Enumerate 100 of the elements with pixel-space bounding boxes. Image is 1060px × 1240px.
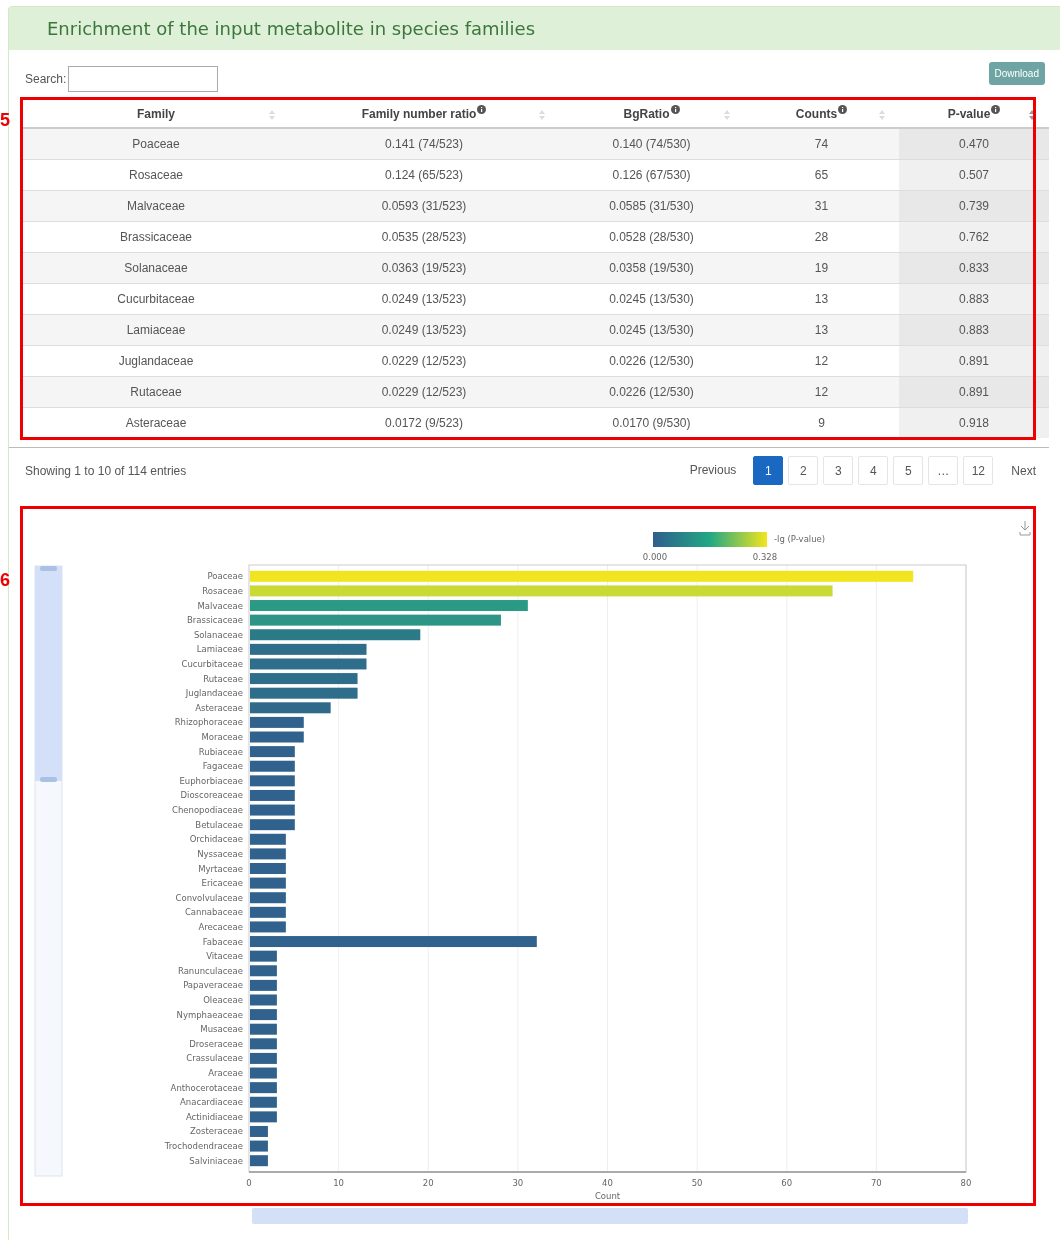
bar [250,1009,277,1021]
axis-label: Ranunculaceae [177,965,243,976]
table-cell: 0.140 (74/530) [559,128,744,160]
axis-label: Malvaceae [197,600,243,611]
info-icon [477,104,487,114]
bar [250,1052,277,1064]
axis-label: Arecaceae [198,921,243,932]
bar [250,1067,277,1079]
info-icon [838,104,848,114]
axis-label: Zosteraceae [189,1126,243,1137]
bar [250,716,304,728]
table-cell: 31 [744,190,899,222]
color-scale[interactable] [653,532,767,547]
table-cell: 0.0593 (31/523) [289,190,559,222]
table-cell: 12 [744,376,899,408]
table-cell: 74 [744,128,899,160]
table-cell: 13 [744,314,899,346]
panel-title: Enrichment of the input metabolite in species families [9,7,1060,50]
page-button[interactable]: 5 [893,456,924,485]
axis-label: Droseraceae [189,1038,243,1049]
axis-label: Ericaceae [201,878,243,889]
axis-label: Lamiaceae [196,644,243,655]
axis-label: Solanaceae [193,629,243,640]
tick-label: 40 [602,1178,613,1188]
axis-label: Betulaceae [195,819,243,830]
page-button[interactable]: 2 [788,456,819,485]
bar [250,789,295,801]
table-cell: 0.0170 (9/530) [559,407,744,438]
axis-label: Trochodendraceae [164,1141,243,1152]
tick-label: 70 [870,1178,882,1188]
info-icon [991,104,1001,114]
sort-icon[interactable] [1029,110,1035,120]
bar [250,906,286,918]
annotation-number: 5 [0,110,10,130]
bar [250,994,277,1006]
axis-label: Juglandaceae [185,688,243,699]
axis-label: Anacardiaceae [180,1097,243,1108]
table-cell: 0.739 [899,190,1049,222]
table-cell: 0.883 [899,283,1049,315]
table-cell: 19 [744,252,899,284]
table-cell: Rutaceae [23,376,289,408]
tick-label: 0 [246,1178,252,1188]
axis-label: Rhizophoraceae [174,717,243,728]
axis-label: Fagaceae [202,761,243,772]
bar [250,877,286,889]
axis-label: Vitaceae [206,951,243,962]
axis-label: Fabaceae [202,936,243,947]
bar [250,979,277,991]
table-cell: 0.833 [899,252,1049,284]
bar [250,1140,268,1152]
table-cell: Asteraceae [23,407,289,438]
table-cell: 0.0245 (13/530) [559,314,744,346]
axis-label: Myrtaceae [198,863,243,874]
table-cell: 0.0585 (31/530) [559,190,744,222]
entries-info: Showing 1 to 10 of 114 entries [25,463,187,478]
tick-label: 30 [512,1178,524,1188]
axis-label: Araceae [208,1068,243,1079]
legend-title: -lg (P-value) [774,534,826,544]
axis-label: Convolvulaceae [175,892,243,903]
bar [250,892,286,904]
axis-label: Papaveraceae [183,980,243,991]
axis-label: Cucurbitaceae [181,658,243,669]
annotation-number: 6 [0,570,10,590]
axis-label: Nymphaeaceae [176,1009,243,1020]
table-cell: 0.891 [899,345,1049,377]
page-button[interactable]: 4 [858,456,889,485]
tick-label: 80 [960,1178,972,1188]
table-cell: 0.0358 (19/530) [559,252,744,284]
search-field[interactable] [68,66,219,92]
table-cell: 0.883 [899,314,1049,346]
scale-label: 0.000 [642,552,668,562]
axis-label: Oleaceae [203,995,243,1005]
axis-label: Crassulaceae [186,1053,243,1064]
search-label: Search: [25,72,67,86]
bar [250,1126,268,1137]
bar [250,833,286,845]
bar [250,950,277,962]
bar [250,731,304,743]
axis-label: Rosaceae [202,585,243,596]
zoom-slider[interactable] [34,565,63,1177]
table-cell: 0.0172 (9/523) [289,407,559,438]
page-button[interactable]: 12 [963,456,994,485]
bar [250,1023,277,1035]
bar [250,848,286,860]
bar [250,1155,268,1167]
bar [250,1082,277,1094]
bar [250,921,286,933]
table-cell: 0.762 [899,221,1049,253]
page-button[interactable]: 1 [753,456,784,485]
axis-label: Anthocerotaceae [170,1082,243,1093]
page-button[interactable]: … [928,456,959,485]
page-button[interactable]: 3 [823,456,854,485]
axis-label: Cannabaceae [184,907,243,918]
axis-label: Salviniaceae [189,1155,243,1166]
download-icon[interactable] [1019,520,1031,536]
tick-label: 20 [422,1178,434,1188]
table-cell: 0.0249 (13/523) [289,314,559,346]
axis-label: Brassicaceae [187,615,243,626]
axis-label: Dioscoreaceae [180,790,243,801]
scale-label: 0.328 [752,552,778,562]
